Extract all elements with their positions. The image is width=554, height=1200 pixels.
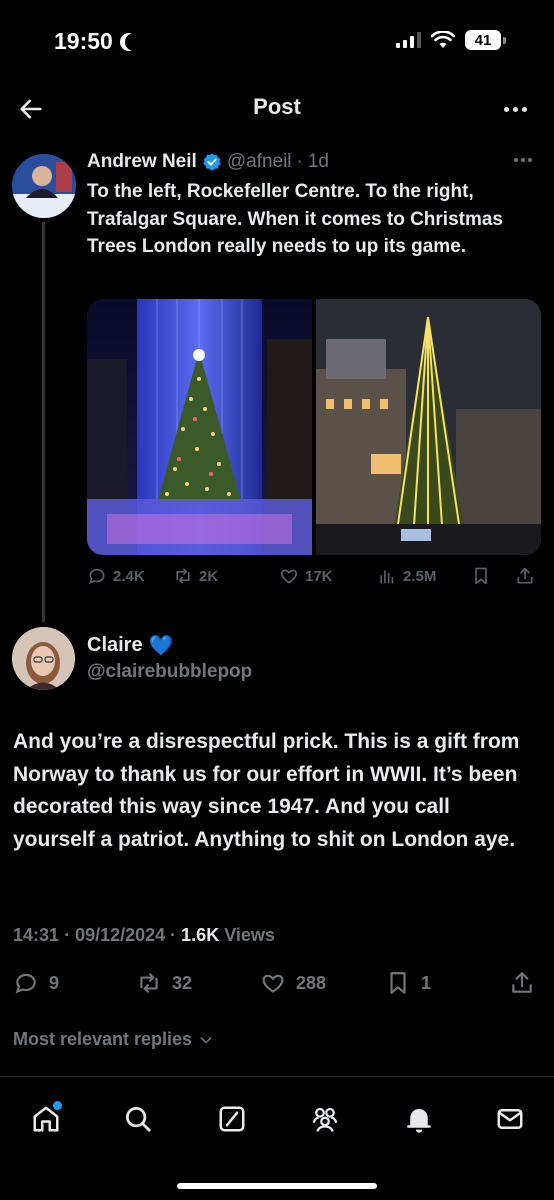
- reply-text: And you’re a disrespectful prick. This i…: [13, 730, 520, 851]
- nav-home[interactable]: [24, 1097, 68, 1141]
- bookmark-button[interactable]: 1: [385, 970, 431, 996]
- reply-button[interactable]: 9: [13, 970, 59, 996]
- reply-count: 2.4K: [113, 567, 145, 585]
- tweet-text: To the left, Rockefeller Centre. To the …: [87, 181, 503, 257]
- battery-level: 41: [465, 30, 501, 50]
- heart-icon: [280, 569, 298, 584]
- nav-communities[interactable]: [303, 1097, 347, 1141]
- tweet-actions: 2.4K 2K 17K 2.5M: [87, 566, 541, 592]
- bottom-nav: [0, 1077, 554, 1200]
- status-bar: 19:50 41: [0, 0, 554, 84]
- post-time[interactable]: 14:31: [13, 925, 59, 945]
- thread-line: [42, 222, 45, 622]
- reply-button[interactable]: 2.4K: [87, 566, 145, 586]
- views-button[interactable]: 2.5M: [377, 566, 436, 586]
- chevron-down-icon: [200, 1036, 212, 1043]
- share-icon: [517, 567, 533, 584]
- like-count: 17K: [305, 567, 333, 585]
- bell-icon: [407, 1109, 431, 1133]
- reply-author-handle[interactable]: @clairebubblepop: [87, 661, 252, 683]
- like-button[interactable]: 17K: [279, 566, 333, 586]
- rockefeller-tree-image[interactable]: [87, 299, 312, 555]
- repost-icon: [140, 973, 158, 993]
- bookmark-icon: [475, 567, 487, 585]
- author-name[interactable]: Andrew Neil: [87, 151, 197, 173]
- home-indicator: [177, 1183, 377, 1189]
- wifi-icon: [431, 31, 455, 48]
- repost-button[interactable]: 32: [136, 970, 192, 996]
- tweet-header: Andrew Neil @afneil · 1d: [87, 151, 329, 173]
- author-handle[interactable]: @afneil: [227, 151, 292, 173]
- nav-messages[interactable]: [488, 1097, 532, 1141]
- post-age: 1d: [307, 151, 329, 172]
- like-count: 288: [296, 972, 327, 993]
- nav-notifications[interactable]: [397, 1097, 441, 1141]
- notification-dot: [53, 1101, 62, 1110]
- repost-button[interactable]: 2K: [173, 566, 218, 586]
- verified-badge-icon: [203, 153, 221, 171]
- nav-search[interactable]: [116, 1097, 160, 1141]
- post-actions: 9 32 288 1: [13, 970, 541, 1000]
- share-icon: [512, 972, 532, 993]
- mail-icon: [497, 1109, 523, 1129]
- blue-heart-emoji: 💙: [148, 635, 174, 657]
- heart-icon: [262, 974, 284, 993]
- reply-count: 9: [49, 972, 60, 993]
- post-views-count: 1.6K: [181, 925, 220, 945]
- reply-sort-dropdown[interactable]: Most relevant replies: [13, 1029, 214, 1050]
- reply-icon: [15, 973, 36, 994]
- repost-count: 2K: [199, 567, 219, 585]
- like-button[interactable]: 288: [260, 970, 326, 996]
- trafalgar-tree-image[interactable]: [316, 299, 541, 555]
- status-time: 19:50: [54, 28, 113, 54]
- views-count: 2.5M: [403, 567, 437, 585]
- post-date[interactable]: 09/12/2024: [75, 925, 165, 945]
- search-icon: [126, 1107, 151, 1132]
- separator-dot: ·: [296, 151, 303, 172]
- grok-icon: [219, 1106, 245, 1132]
- more-options-button[interactable]: [498, 92, 532, 126]
- signal-icon: [396, 32, 421, 48]
- communities-icon: [312, 1107, 338, 1132]
- moon-icon: [125, 33, 143, 51]
- post-meta: 14:31 · 09/12/2024 · 1.6K Views: [13, 925, 275, 945]
- post-views-label: Views: [224, 925, 275, 945]
- repost-count: 32: [172, 972, 193, 993]
- tweet-media[interactable]: [87, 299, 541, 555]
- nav-grok[interactable]: [210, 1097, 254, 1141]
- battery-icon: 41: [465, 30, 506, 50]
- views-icon: [380, 570, 394, 584]
- post-header: Post: [0, 84, 554, 138]
- repost-icon: [176, 568, 190, 584]
- bookmark-button[interactable]: [471, 566, 491, 586]
- share-button[interactable]: [515, 566, 535, 586]
- share-button[interactable]: [509, 970, 535, 996]
- avatar[interactable]: [12, 154, 76, 218]
- tweet-more-button[interactable]: [514, 158, 532, 162]
- avatar[interactable]: [12, 627, 75, 690]
- page-title: Post: [253, 94, 301, 119]
- reply-icon: [88, 568, 105, 585]
- sort-label: Most relevant replies: [13, 1029, 193, 1049]
- bookmark-count: 1: [421, 972, 432, 993]
- bookmark-icon: [390, 972, 406, 994]
- reply-author-name[interactable]: Claire: [87, 634, 143, 657]
